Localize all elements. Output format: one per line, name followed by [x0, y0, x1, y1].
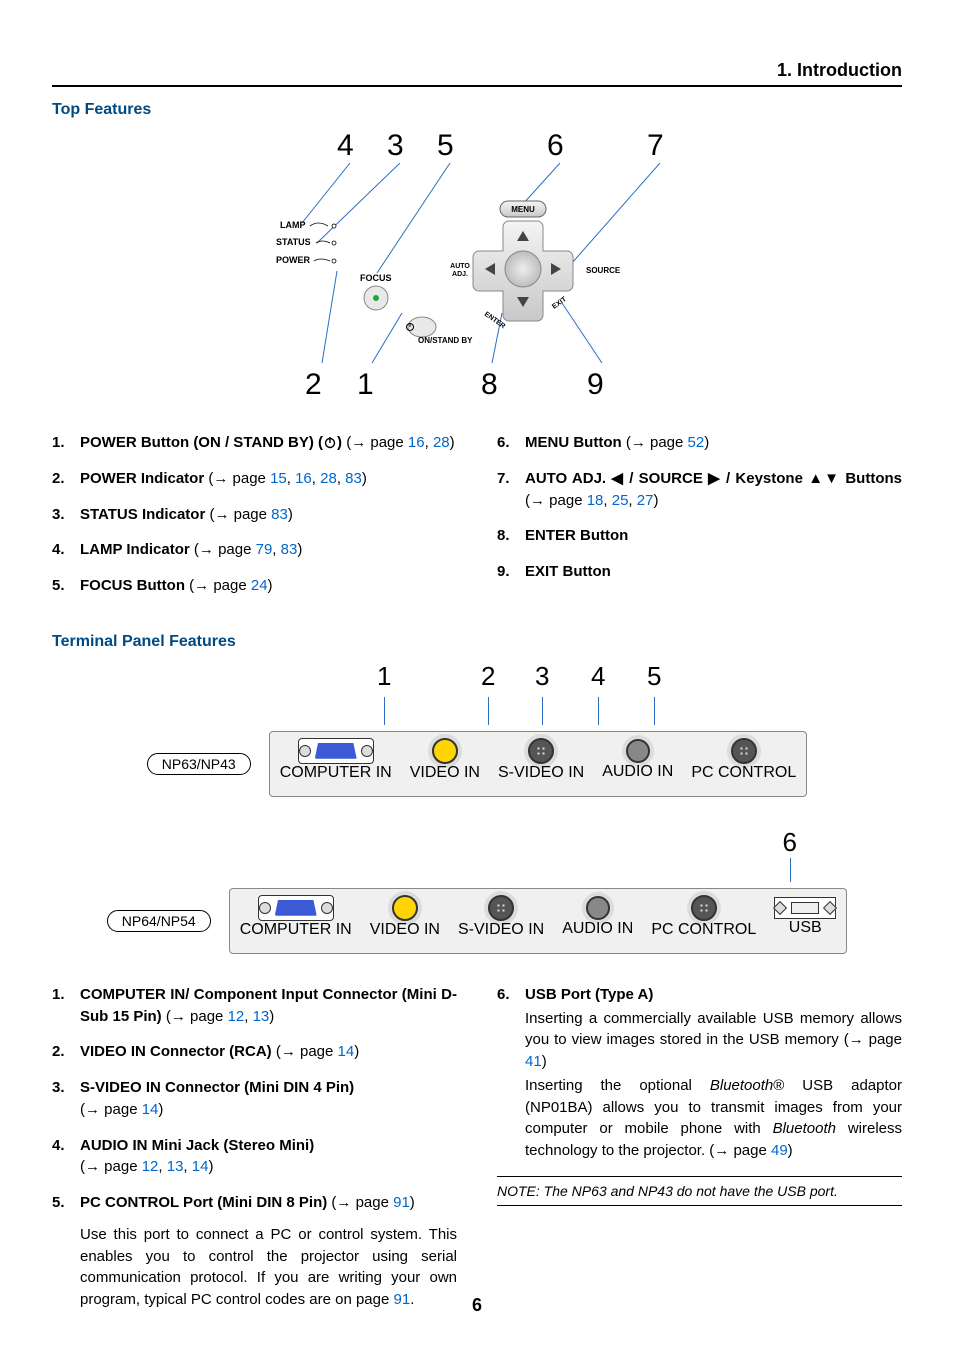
term-callout-6: 6 — [783, 827, 797, 858]
page-link[interactable]: 16 — [408, 434, 425, 451]
page-link[interactable]: 14 — [192, 1158, 209, 1175]
page-link[interactable]: 14 — [338, 1043, 355, 1060]
page-link[interactable]: 25 — [612, 492, 629, 509]
page-number: 6 — [0, 1295, 954, 1316]
list-item: 7.AUTO ADJ. ◀ / SOURCE ▶ / Keystone ▲▼ B… — [497, 468, 902, 512]
page-link[interactable]: 79 — [256, 541, 273, 558]
page-link[interactable]: 49 — [771, 1142, 788, 1159]
panel-a: COMPUTER IN VIDEO IN S-VIDEO IN AUDIO IN… — [269, 731, 808, 797]
page-link[interactable]: 52 — [688, 434, 705, 451]
callout-8: 8 — [481, 368, 498, 402]
list-item: 2.VIDEO IN Connector (RCA) (→ page 14) — [52, 1041, 457, 1063]
terminal-left-col: 1.COMPUTER IN/ Component Input Connector… — [52, 984, 457, 1325]
page-link[interactable]: 24 — [251, 577, 268, 594]
svg-text:MENU: MENU — [511, 205, 535, 214]
svg-text:ON/STAND BY: ON/STAND BY — [418, 336, 473, 345]
top-features-right-col: 6.MENU Button (→ page 52) 7.AUTO ADJ. ◀ /… — [497, 432, 902, 611]
page-link[interactable]: 91 — [393, 1194, 410, 1211]
page-link[interactable]: 12 — [142, 1158, 159, 1175]
list-item: 3.S-VIDEO IN Connector (Mini DIN 4 Pin)(… — [52, 1077, 457, 1121]
model-chip-b: NP64/NP54 — [107, 910, 211, 932]
page-link[interactable]: 12 — [228, 1008, 245, 1025]
callout-2: 2 — [305, 368, 322, 402]
callout-6: 6 — [547, 129, 564, 163]
list-item: 3.STATUS Indicator (→ page 83) — [52, 504, 457, 526]
callout-5: 5 — [437, 129, 454, 163]
note: NOTE: The NP63 and NP43 do not have the … — [497, 1176, 902, 1206]
page-link[interactable]: 13 — [167, 1158, 184, 1175]
page-link[interactable]: 28 — [433, 434, 450, 451]
term-callout-4: 4 — [591, 661, 605, 692]
page-link[interactable]: 14 — [142, 1101, 159, 1118]
svg-text:AUTO: AUTO — [450, 263, 470, 270]
svg-text:SOURCE: SOURCE — [586, 266, 621, 275]
term-callout-1: 1 — [377, 661, 391, 692]
list-item: 4.LAMP Indicator (→ page 79, 83) — [52, 539, 457, 561]
page-link[interactable]: 28 — [320, 470, 337, 487]
section-title-top: Top Features — [52, 101, 902, 119]
list-item: 8.ENTER Button — [497, 525, 902, 547]
top-features-left-col: 1.POWER Button (ON / STAND BY) () (→ pag… — [52, 432, 457, 611]
list-item: 2.POWER Indicator (→ page 15, 16, 28, 83… — [52, 468, 457, 490]
list-item: 1.POWER Button (ON / STAND BY) () (→ pag… — [52, 432, 457, 454]
page-link[interactable]: 18 — [587, 492, 604, 509]
callout-7: 7 — [647, 129, 664, 163]
list-item: 6.MENU Button (→ page 52) — [497, 432, 902, 454]
callout-1: 1 — [357, 368, 374, 402]
section-title-terminal: Terminal Panel Features — [52, 633, 902, 651]
callout-3: 3 — [387, 129, 404, 163]
page-link[interactable]: 83 — [345, 470, 362, 487]
chapter-header: 1. Introduction — [52, 60, 902, 87]
svg-text:LAMP: LAMP — [280, 220, 306, 230]
term-item-6: 6. USB Port (Type A) Inserting a commerc… — [497, 984, 902, 1162]
page-link[interactable]: 13 — [253, 1008, 270, 1025]
list-item: 5.FOCUS Button (→ page 24) — [52, 575, 457, 597]
list-item: 4.AUDIO IN Mini Jack (Stereo Mini)(→ pag… — [52, 1135, 457, 1179]
svg-text:FOCUS: FOCUS — [360, 273, 392, 283]
list-item: 5.PC CONTROL Port (Mini DIN 8 Pin) (→ pa… — [52, 1192, 457, 1311]
page-link[interactable]: 83 — [271, 506, 288, 523]
top-controls-svg: LAMP STATUS POWER FOCUS ON/STAND BY MENU — [242, 163, 712, 363]
page-link[interactable]: 83 — [281, 541, 298, 558]
svg-text:STATUS: STATUS — [276, 237, 311, 247]
term-callout-5: 5 — [647, 661, 661, 692]
svg-text:POWER: POWER — [276, 255, 311, 265]
callout-4: 4 — [337, 129, 354, 163]
page-link[interactable]: 41 — [525, 1053, 542, 1070]
page-link[interactable]: 16 — [295, 470, 312, 487]
svg-text:ADJ.: ADJ. — [452, 271, 468, 278]
top-features-diagram: 4 3 5 6 7 LAMP STATUS POWER — [52, 129, 902, 408]
list-item: 9.EXIT Button — [497, 561, 902, 583]
list-item: 1.COMPUTER IN/ Component Input Connector… — [52, 984, 457, 1028]
term-callout-2: 2 — [481, 661, 495, 692]
page-link[interactable]: 27 — [637, 492, 654, 509]
model-chip-a: NP63/NP43 — [147, 753, 251, 775]
page-link[interactable]: 15 — [270, 470, 287, 487]
callout-9: 9 — [587, 368, 604, 402]
term-callout-3: 3 — [535, 661, 549, 692]
terminal-panel-diagram: 1 2 3 4 5 NP63/NP43 COMPUTER IN VIDEO IN… — [52, 661, 902, 954]
panel-b: COMPUTER IN VIDEO IN S-VIDEO IN AUDIO IN… — [229, 888, 848, 954]
terminal-right-col: 6. USB Port (Type A) Inserting a commerc… — [497, 984, 902, 1325]
